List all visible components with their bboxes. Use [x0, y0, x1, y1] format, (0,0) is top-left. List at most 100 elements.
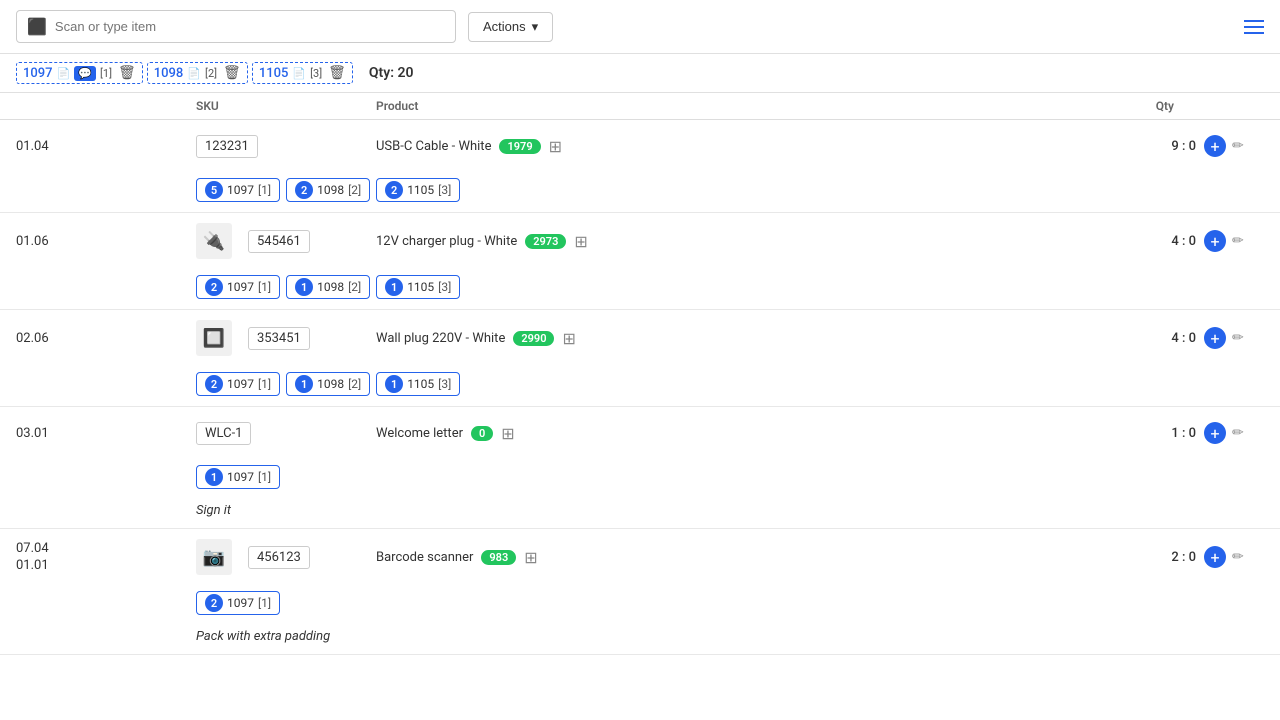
- order-tags-row: 2 1097 [1] 1 1098 [2] 1 1105 [3]: [0, 269, 1280, 309]
- order-tab-1105[interactable]: 1105 📄 [3] 🗑: [252, 62, 353, 84]
- order-tab-1098-delete[interactable]: 🗑: [223, 65, 241, 81]
- product-row: 01.06 🔌 545461 12V charger plug - White …: [0, 213, 1280, 310]
- scan-input[interactable]: [55, 19, 445, 34]
- sku-img-cell: 📷 456123: [196, 539, 376, 575]
- location-area: 07.04 01.01: [16, 541, 196, 573]
- add-product-icon[interactable]: ⊞: [549, 137, 562, 156]
- qty-add-button[interactable]: +: [1204, 422, 1226, 444]
- order-tab-1105-copy-icon[interactable]: 📄: [292, 67, 306, 80]
- tag-num: 2: [205, 375, 223, 393]
- add-product-icon[interactable]: ⊞: [574, 232, 587, 251]
- order-tab-1098[interactable]: 1098 📄 [2] 🗑: [147, 62, 248, 84]
- product-badge: 2990: [513, 331, 554, 346]
- tag-chip: 5 1097 [1]: [196, 178, 280, 202]
- table-header: SKU Product Qty: [0, 93, 1280, 120]
- location-cell: 01.06: [16, 234, 49, 249]
- tag-chip: 1 1098 [2]: [286, 372, 370, 396]
- tag-num: 1: [295, 375, 313, 393]
- edit-icon[interactable]: ✏: [1232, 138, 1244, 154]
- tag-id: 1097: [227, 470, 254, 484]
- order-tab-1097[interactable]: 1097 📄 💬 [1] 🗑: [16, 62, 143, 84]
- header-col-actions: [1204, 99, 1264, 113]
- tag-bracket: [2]: [348, 377, 361, 391]
- tag-id: 1097: [227, 596, 254, 610]
- tag-id: 1098: [317, 377, 344, 391]
- tag-bracket: [1]: [258, 280, 271, 294]
- product-image: 🔲: [196, 320, 232, 356]
- product-row: 07.0401.01 📷 456123 Barcode scanner 983 …: [0, 529, 1280, 655]
- location-cell: 01.04: [16, 139, 49, 154]
- location-area: 03.01: [16, 426, 196, 441]
- location-cell: 07.04: [16, 541, 49, 556]
- order-tab-1097-copy-icon[interactable]: 📄: [57, 67, 71, 80]
- order-tab-1098-copy-icon[interactable]: 📄: [187, 67, 201, 80]
- tag-num: 2: [205, 278, 223, 296]
- tag-chip: 1 1105 [3]: [376, 372, 460, 396]
- tag-id: 1098: [317, 183, 344, 197]
- location-cell-2: 01.01: [16, 558, 49, 573]
- order-tab-1105-delete[interactable]: 🗑: [328, 65, 346, 81]
- qty-add-button[interactable]: +: [1204, 327, 1226, 349]
- tag-num: 2: [205, 594, 223, 612]
- tag-id: 1105: [407, 377, 434, 391]
- location-area: 01.06: [16, 234, 196, 249]
- sku-box: 545461: [248, 230, 310, 253]
- qty-cell: 4 : 0: [1084, 234, 1204, 249]
- actions-label: Actions: [483, 19, 526, 34]
- product-name: Welcome letter: [376, 426, 463, 441]
- product-note: Sign it: [0, 499, 1280, 528]
- order-tab-1098-link[interactable]: 1098: [154, 66, 184, 81]
- actions-button[interactable]: Actions ▾: [468, 12, 553, 42]
- product-row: 01.04 123231 USB-C Cable - White 1979 ⊞ …: [0, 120, 1280, 213]
- barcode-icon: ⬛: [27, 17, 47, 36]
- tag-chip: 1 1105 [3]: [376, 275, 460, 299]
- qty-add-button[interactable]: +: [1204, 230, 1226, 252]
- product-note: Pack with extra padding: [0, 625, 1280, 654]
- tag-chip: 1 1097 [1]: [196, 465, 280, 489]
- product-badge: 0: [471, 426, 493, 441]
- edit-icon[interactable]: ✏: [1232, 330, 1244, 346]
- qty-add-button[interactable]: +: [1204, 135, 1226, 157]
- tag-num: 2: [295, 181, 313, 199]
- add-product-icon[interactable]: ⊞: [562, 329, 575, 348]
- order-tab-1105-badge: [3]: [310, 67, 322, 80]
- tag-chip: 2 1097 [1]: [196, 372, 280, 396]
- tag-num: 2: [385, 181, 403, 199]
- add-product-icon[interactable]: ⊞: [501, 424, 514, 443]
- order-tab-1097-badge: [1]: [100, 67, 112, 80]
- order-tab-1097-delete[interactable]: 🗑: [118, 65, 136, 81]
- location-cell: 03.01: [16, 426, 49, 441]
- product-name: USB-C Cable - White: [376, 139, 491, 154]
- edit-icon[interactable]: ✏: [1232, 549, 1244, 565]
- tag-chip: 2 1098 [2]: [286, 178, 370, 202]
- edit-icon[interactable]: ✏: [1232, 425, 1244, 441]
- qty-add-button[interactable]: +: [1204, 546, 1226, 568]
- order-tabs-bar: 1097 📄 💬 [1] 🗑 1098 📄 [2] 🗑 1105 📄 [3] 🗑…: [0, 54, 1280, 93]
- order-tab-1097-link[interactable]: 1097: [23, 66, 53, 81]
- scan-input-wrapper[interactable]: ⬛: [16, 10, 456, 43]
- sku-box: 353451: [248, 327, 310, 350]
- tag-num: 5: [205, 181, 223, 199]
- sku-box: 456123: [248, 546, 310, 569]
- tag-bracket: [3]: [438, 183, 451, 197]
- qty-total: Qty: 20: [369, 65, 414, 81]
- location-area: 02.06: [16, 331, 196, 346]
- product-main-row: 01.04 123231 USB-C Cable - White 1979 ⊞ …: [0, 120, 1280, 172]
- tag-chip: 2 1097 [1]: [196, 275, 280, 299]
- product-main-row: 01.06 🔌 545461 12V charger plug - White …: [0, 213, 1280, 269]
- hamburger-menu-icon[interactable]: [1244, 16, 1264, 38]
- add-product-icon[interactable]: ⊞: [524, 548, 537, 567]
- order-tab-1105-link[interactable]: 1105: [259, 66, 289, 81]
- edit-icon[interactable]: ✏: [1232, 233, 1244, 249]
- product-name: 12V charger plug - White: [376, 234, 517, 249]
- tag-bracket: [2]: [348, 183, 361, 197]
- tag-id: 1098: [317, 280, 344, 294]
- product-image: 📷: [196, 539, 232, 575]
- product-main-row: 03.01 WLC-1 Welcome letter 0 ⊞ 1 : 0 + ✏: [0, 407, 1280, 459]
- header-col-qty: Qty: [1084, 99, 1204, 113]
- tag-num: 1: [385, 375, 403, 393]
- tag-id: 1097: [227, 280, 254, 294]
- tag-chip: 2 1097 [1]: [196, 591, 280, 615]
- order-tab-1098-badge: [2]: [205, 67, 217, 80]
- order-tab-1097-comment-icon: 💬: [74, 66, 96, 81]
